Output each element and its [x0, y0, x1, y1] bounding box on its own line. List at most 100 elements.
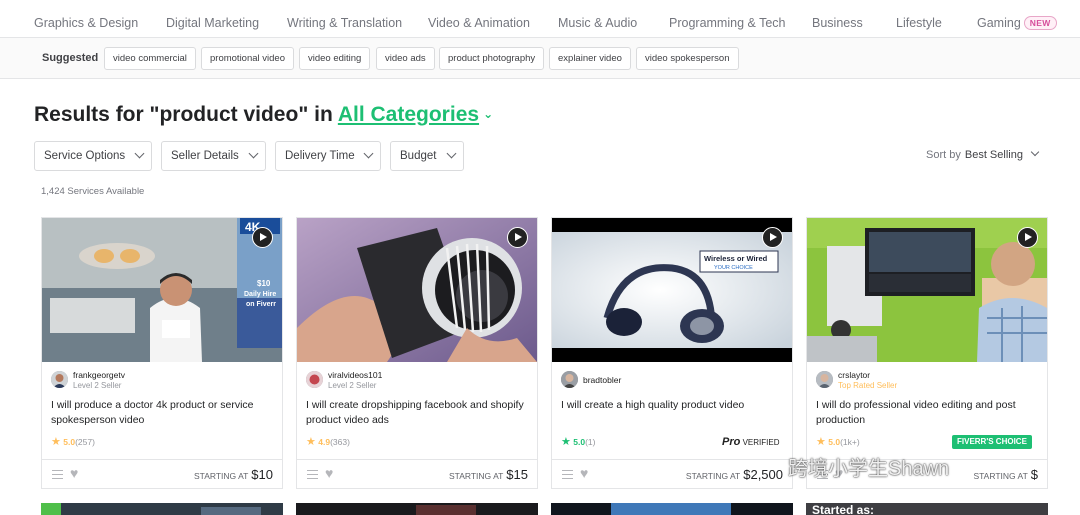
rating-count: (363) — [330, 437, 350, 447]
seller-name[interactable]: viralvideos101 — [328, 370, 382, 380]
gig-card-partial[interactable] — [41, 503, 283, 515]
starting-label: STARTING AT — [685, 471, 741, 481]
suggested-bar: Suggested video commercial promotional v… — [0, 38, 1080, 79]
thumb-fiverr-text: on Fiverr — [246, 301, 276, 308]
menu-icon[interactable] — [52, 470, 63, 479]
suggested-chip-video-spokesperson[interactable]: video spokesperson — [636, 47, 739, 70]
category-music-audio[interactable]: Music & Audio — [558, 16, 637, 30]
thumb-daily-text: Daily Hire — [244, 291, 276, 298]
seller-name[interactable]: crslaytor — [838, 370, 870, 380]
gig-title[interactable]: I will produce a doctor 4k product or se… — [51, 398, 273, 428]
gig-card[interactable]: crslaytor Top Rated Seller I will do pro… — [806, 217, 1048, 489]
avatar[interactable] — [561, 371, 578, 388]
filter-service-options[interactable]: Service Options — [34, 141, 152, 171]
suggested-chip-product-photography[interactable]: product photography — [439, 47, 545, 70]
gig-card-partial[interactable] — [551, 503, 793, 515]
thumbnail-image: Wireless or Wired YOUR CHOICE — [552, 218, 792, 362]
star-icon: ★ — [561, 436, 571, 448]
avatar-image — [561, 371, 578, 388]
category-gaming[interactable]: Gaming NEW — [977, 16, 1057, 30]
watermark: 跨境小学生Shawn — [788, 458, 950, 480]
filter-budget[interactable]: Budget — [390, 141, 464, 171]
starting-label: STARTING AT — [193, 471, 249, 481]
suggested-chip-explainer-video[interactable]: explainer video — [549, 47, 631, 70]
gig-thumbnail[interactable] — [807, 218, 1047, 362]
gig-card-partial[interactable] — [296, 503, 538, 515]
suggested-chip-promotional-video[interactable]: promotional video — [201, 47, 294, 70]
menu-icon[interactable] — [562, 470, 573, 479]
gig-card[interactable]: Wireless or Wired YOUR CHOICE bradtobler… — [551, 217, 793, 489]
suggested-chip-video-commercial[interactable]: video commercial — [104, 47, 196, 70]
seller-level: Level 2 Seller — [73, 381, 122, 390]
category-lifestyle[interactable]: Lifestyle — [896, 16, 942, 30]
services-count: 1,424 Services Available — [41, 186, 145, 197]
thumb-subline-text: YOUR CHOICE — [714, 265, 753, 271]
gig-card-partial[interactable]: Started as: — [806, 503, 1048, 515]
sort-by[interactable]: Sort by Best Selling — [926, 147, 1040, 161]
play-icon[interactable] — [762, 227, 783, 248]
gig-title[interactable]: I will create dropshipping facebook and … — [306, 398, 528, 428]
sort-value: Best Selling — [964, 149, 1023, 161]
seller-name[interactable]: frankgeorgetv — [73, 370, 125, 380]
rating-score: 4.9 — [318, 437, 331, 447]
suggested-chip-video-editing[interactable]: video editing — [299, 47, 371, 70]
heart-icon[interactable]: ♥ — [325, 465, 333, 481]
chevron-down-icon — [1030, 147, 1040, 157]
seller-level: Top Rated Seller — [838, 381, 898, 390]
rating: ★ 5.0(1k+) — [816, 435, 860, 448]
menu-icon[interactable] — [307, 470, 318, 479]
card-footer: ♥ STARTING AT $2,500 — [552, 459, 792, 489]
starting-price: STARTING AT $ — [973, 467, 1038, 482]
gig-card[interactable]: viralvideos101 Level 2 Seller I will cre… — [296, 217, 538, 489]
started-as-text: Started as: — [812, 503, 875, 515]
pro-word: Pro — [722, 436, 741, 448]
play-icon[interactable] — [252, 227, 273, 248]
play-icon[interactable] — [507, 227, 528, 248]
chevron-down-icon[interactable]: ⌄ — [483, 107, 493, 121]
rating-score: 5.0 — [573, 437, 586, 447]
suggested-label: Suggested — [42, 52, 99, 64]
filter-label: Service Options — [44, 150, 126, 162]
chevron-down-icon — [446, 148, 457, 159]
category-writing-translation[interactable]: Writing & Translation — [287, 16, 402, 30]
gig-card[interactable]: 4K $10 Daily Hire on Fiverr frankgeorget… — [41, 217, 283, 489]
avatar-image — [306, 371, 323, 388]
starting-label: STARTING AT — [448, 471, 504, 481]
results-prefix: Results for "product video" in — [34, 103, 333, 126]
all-categories-link[interactable]: All Categories — [338, 103, 479, 126]
avatar[interactable] — [816, 371, 833, 388]
gig-thumbnail[interactable] — [297, 218, 537, 362]
category-digital-marketing[interactable]: Digital Marketing — [166, 16, 259, 30]
gig-thumbnail[interactable]: 4K $10 Daily Hire on Fiverr — [42, 218, 282, 362]
thumbnail-image — [551, 503, 793, 515]
chevron-down-icon — [134, 148, 145, 159]
avatar[interactable] — [306, 371, 323, 388]
card-footer: ♥ STARTING AT $15 — [297, 459, 537, 489]
category-graphics-design[interactable]: Graphics & Design — [34, 16, 138, 30]
gig-thumbnail[interactable]: Wireless or Wired YOUR CHOICE — [552, 218, 792, 362]
rating-count: (1k+) — [840, 437, 860, 447]
heart-icon[interactable]: ♥ — [70, 465, 78, 481]
gig-title[interactable]: I will do professional video editing and… — [816, 398, 1038, 428]
star-icon: ★ — [306, 436, 316, 448]
thumbnail-image — [41, 503, 283, 515]
new-badge: NEW — [1023, 16, 1057, 30]
suggested-chip-video-ads[interactable]: video ads — [376, 47, 435, 70]
chevron-down-icon — [363, 148, 374, 159]
thumb-headline-text: Wireless or Wired — [704, 254, 768, 263]
seller-name[interactable]: bradtobler — [583, 375, 621, 385]
gig-title[interactable]: I will create a high quality product vid… — [561, 398, 783, 413]
filter-delivery-time[interactable]: Delivery Time — [275, 141, 381, 171]
card-footer: ♥ STARTING AT $10 — [42, 459, 282, 489]
filter-seller-details[interactable]: Seller Details — [161, 141, 266, 171]
avatar[interactable] — [51, 371, 68, 388]
thumb-price-text: $10 — [257, 279, 271, 288]
category-business[interactable]: Business — [812, 16, 863, 30]
rating-count: (1) — [585, 437, 596, 447]
play-icon[interactable] — [1017, 227, 1038, 248]
category-programming-tech[interactable]: Programming & Tech — [669, 16, 786, 30]
heart-icon[interactable]: ♥ — [580, 465, 588, 481]
sort-label: Sort by — [926, 149, 961, 161]
filter-label: Budget — [400, 150, 437, 162]
category-video-animation[interactable]: Video & Animation — [428, 16, 530, 30]
